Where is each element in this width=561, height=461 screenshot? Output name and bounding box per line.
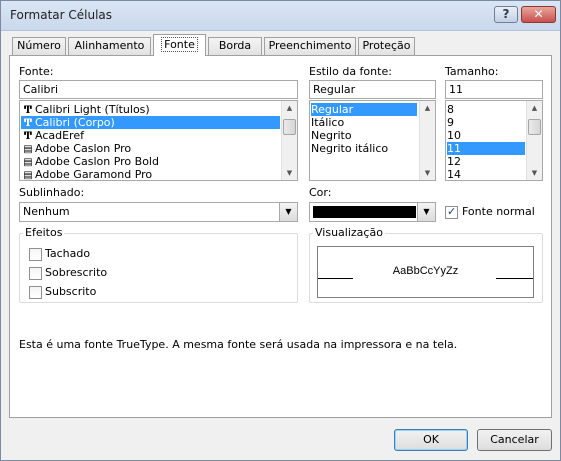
preview-baseline-left [318, 278, 353, 279]
cancel-button[interactable]: Cancelar [477, 429, 552, 451]
font-style-label: Estilo da fonte: [309, 65, 392, 78]
font-style-input[interactable]: Regular [309, 80, 436, 99]
underline-select-value: Nenhum [23, 205, 70, 218]
help-button[interactable]: ? [494, 6, 518, 23]
font-label: Fonte: [19, 65, 54, 78]
preview-group-title: Visualização [313, 226, 385, 239]
strikethrough-label[interactable]: Tachado [45, 247, 90, 260]
scroll-down-icon[interactable]: ▼ [527, 166, 542, 180]
tab-numero[interactable]: Número [12, 37, 66, 55]
tab-alinhamento[interactable]: Alinhamento [68, 37, 151, 55]
window-title: Formatar Células [10, 8, 113, 22]
tab-borda[interactable]: Borda [208, 37, 262, 55]
font-list-item[interactable]: ▤ Adobe Caslon Pro Bold [21, 155, 280, 168]
scroll-up-icon[interactable]: ▲ [282, 101, 297, 115]
style-list-item[interactable]: Negrito [311, 129, 417, 142]
subscript-label[interactable]: Subscrito [45, 285, 96, 298]
preview-baseline-right [496, 278, 533, 279]
size-list-scrollbar[interactable]: ▲ ▼ [526, 101, 542, 180]
tab-fonte[interactable]: Fonte [153, 34, 206, 56]
tab-protecao[interactable]: Proteção [358, 37, 415, 55]
scroll-down-icon[interactable]: ▼ [420, 166, 435, 180]
scroll-thumb[interactable] [283, 119, 296, 135]
font-list-item[interactable]: Ͳ Calibri Light (Títulos) [21, 103, 280, 116]
size-list[interactable]: 8 9 10 11 12 14 ▲ ▼ [445, 100, 543, 181]
tab-fonte-label: Fonte [161, 37, 198, 52]
font-list-scrollbar[interactable]: ▲ ▼ [281, 101, 297, 180]
superscript-label[interactable]: Sobrescrito [45, 266, 107, 279]
font-list[interactable]: Ͳ Calibri Light (Títulos) Ͳ Calibri (Corpo… [19, 100, 298, 181]
normal-font-checkbox[interactable]: ✓ [445, 205, 458, 219]
size-label: Tamanho: [445, 65, 499, 78]
size-input[interactable]: 11 [445, 80, 543, 99]
underline-select[interactable]: Nenhum ▼ [19, 202, 298, 222]
chevron-down-icon[interactable]: ▼ [279, 203, 297, 221]
subscript-checkbox[interactable] [29, 286, 42, 299]
title-bar[interactable]: Formatar Células ? ✕ [1, 1, 560, 31]
font-item-name: Calibri Light (Títulos) [35, 103, 150, 116]
size-list-item-selected[interactable]: 11 [447, 142, 525, 155]
style-list-scrollbar[interactable]: ▲ ▼ [419, 101, 435, 180]
font-list-item-selected[interactable]: Ͳ Calibri (Corpo) [21, 116, 280, 129]
scroll-up-icon[interactable]: ▲ [527, 101, 542, 115]
superscript-checkbox[interactable] [29, 267, 42, 280]
font-item-name: Adobe Garamond Pro [35, 168, 153, 181]
opentype-icon: ▤ [23, 170, 33, 181]
font-item-name: Adobe Caslon Pro Bold [35, 155, 159, 168]
tab-preenchimento[interactable]: Preenchimento [264, 37, 356, 55]
font-style-list[interactable]: Regular Itálico Negrito Negrito itálico … [309, 100, 436, 181]
info-text: Esta é uma fonte TrueType. A mesma fonte… [19, 338, 458, 351]
preview-box: AaBbCcYyZz [317, 246, 534, 298]
size-list-item[interactable]: 14 [447, 168, 525, 180]
size-list-item[interactable]: 9 [447, 116, 525, 129]
checkmark-icon: ✓ [447, 205, 457, 218]
scroll-up-icon[interactable]: ▲ [420, 101, 435, 115]
size-list-item[interactable]: 8 [447, 103, 525, 116]
font-item-name: Adobe Caslon Pro [35, 142, 132, 155]
font-input[interactable]: Calibri [19, 80, 298, 99]
format-cells-dialog: Formatar Células ? ✕ Número Alinhamento … [0, 0, 561, 461]
underline-label: Sublinhado: [19, 186, 85, 199]
font-list-item[interactable]: ▤ Adobe Garamond Pro [21, 168, 280, 181]
effects-group-title: Efeitos [23, 226, 65, 239]
strikethrough-checkbox[interactable] [29, 248, 42, 261]
scroll-down-icon[interactable]: ▼ [282, 166, 297, 180]
font-item-name: AcadEref [35, 129, 84, 142]
size-list-item[interactable]: 10 [447, 129, 525, 142]
style-list-item[interactable]: Negrito itálico [311, 142, 417, 155]
color-swatch [313, 206, 416, 218]
font-list-item[interactable]: Ͳ AcadEref [21, 129, 280, 142]
color-label: Cor: [309, 186, 332, 199]
chevron-down-icon[interactable]: ▼ [417, 203, 435, 221]
size-list-item[interactable]: 12 [447, 155, 525, 168]
color-picker[interactable]: ▼ [309, 202, 436, 222]
preview-sample-text: AaBbCcYyZz [392, 265, 459, 277]
scroll-thumb[interactable] [528, 119, 541, 135]
style-list-item-selected[interactable]: Regular [311, 103, 417, 116]
close-button[interactable]: ✕ [521, 6, 556, 23]
ok-button[interactable]: OK [394, 429, 468, 451]
font-list-item[interactable]: ▤ Adobe Caslon Pro [21, 142, 280, 155]
style-list-item[interactable]: Itálico [311, 116, 417, 129]
font-item-name: Calibri (Corpo) [35, 116, 115, 129]
normal-font-label[interactable]: Fonte normal [462, 205, 535, 218]
